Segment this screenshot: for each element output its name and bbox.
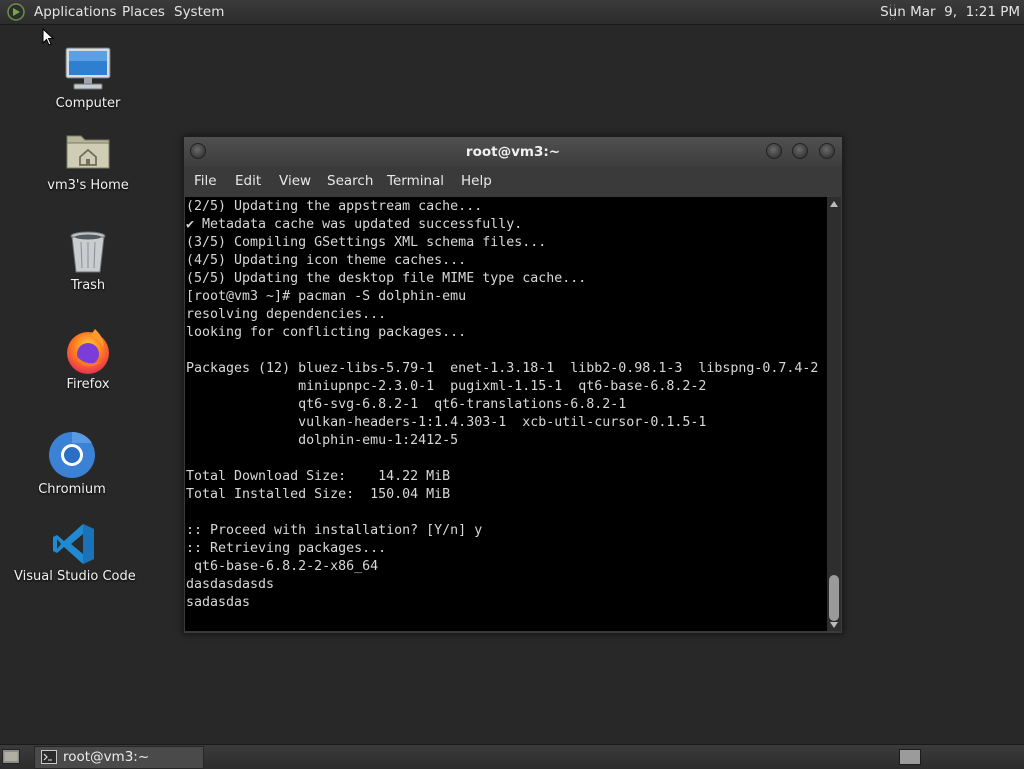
terminal-line: :: Proceed with installation? [Y/n] y [186,523,483,538]
terminal-line: (2/5) Updating the appstream cache... [186,199,483,214]
menu-places[interactable]: Places [122,0,165,24]
firefox-icon [67,329,109,374]
terminal-line: (4/5) Updating icon theme caches... [186,253,467,268]
menu-system[interactable]: System [174,0,224,24]
scroll-thumb[interactable] [829,575,839,621]
menu-help[interactable]: Help [461,167,492,196]
terminal-menubar: File Edit View Search Terminal Help [184,167,842,196]
terminal-line: looking for conflicting packages... [186,325,467,340]
menu-view[interactable]: View [279,167,311,196]
terminal-line: vulkan-headers-1:1.4.303-1 xcb-util-curs… [186,415,707,430]
desktop-icon-trash[interactable]: Trash [40,228,136,296]
desktop-icon-label: Visual Studio Code [14,569,136,584]
terminal-line: (5/5) Updating the desktop file MIME typ… [186,271,587,286]
terminal-line: Total Download Size: 14.22 MiB [186,469,451,484]
terminal-scrollbar[interactable] [827,197,841,631]
workspace-switcher[interactable] [899,749,921,765]
terminal-line: qt6-svg-6.8.2-1 qt6-translations-6.8.2-1 [186,397,627,412]
menu-edit[interactable]: Edit [235,167,261,196]
menu-terminal[interactable]: Terminal [387,167,444,196]
desktop-icon-label: Chromium [38,482,106,497]
terminal-output: (2/5) Updating the appstream cache... ✔ … [186,198,818,612]
terminal-icon [41,750,57,764]
desktop-icon-label: Computer [55,96,121,111]
home-folder-icon [66,135,110,169]
desktop-icon-firefox[interactable]: Firefox [40,325,136,395]
menu-applications[interactable]: Applications [34,0,116,24]
bottom-panel: root@vm3:~ [0,744,1024,769]
minimize-button[interactable] [766,143,782,159]
terminal-line: resolving dependencies... [186,307,387,322]
terminal-output-area[interactable]: (2/5) Updating the appstream cache... ✔ … [185,197,827,631]
taskbar-window-button[interactable]: root@vm3:~ [34,746,204,769]
terminal-line: [root@vm3 ~]# pacman -S dolphin-emu [186,289,467,304]
menu-search[interactable]: Search [327,167,373,196]
desktop-icon-computer[interactable]: Computer [40,44,136,114]
taskbar-window-label: root@vm3:~ [63,749,150,765]
terminal-line: (3/5) Compiling GSettings XML schema fil… [186,235,547,250]
maximize-button[interactable] [792,143,808,159]
close-button[interactable] [819,143,835,159]
desktop-icon-chromium[interactable]: Chromium [24,430,120,500]
terminal-line: ✔ Metadata cache was updated successfull… [186,217,523,232]
terminal-line: Packages (12) bluez-libs-5.79-1 enet-1.3… [186,361,819,376]
terminal-line: sadasdas [186,595,251,610]
desktop-icon-label: vm3's Home [47,178,129,193]
terminal-line: dasdasdasds [186,577,275,592]
terminal-line: :: Retrieving packages... [186,541,387,556]
computer-icon [65,47,111,90]
chromium-icon [49,431,95,478]
terminal-line: dolphin-emu-1:2412-5 [186,433,459,448]
clock[interactable]: Sun Mar 9, 1:21 PM [880,0,1020,24]
desktop-icon-vscode[interactable]: Visual Studio Code [14,520,136,586]
show-desktop-icon[interactable] [2,749,20,764]
mouse-cursor-icon [42,28,54,46]
terminal-window[interactable]: root@vm3:~ File Edit View Search Termina… [183,136,843,634]
desktop-icon-label: Firefox [66,377,110,392]
desktop-icon-label: Trash [70,278,106,293]
desktop-icon-home[interactable]: vm3's Home [40,128,136,196]
applications-logo-icon[interactable] [7,3,25,21]
vscode-icon [53,524,94,564]
terminal-line: miniupnpc-2.3.0-1 pugixml-1.15-1 qt6-bas… [186,379,707,394]
top-panel: Applications Places System Sun Mar 9, 1:… [0,0,1024,25]
terminal-titlebar[interactable]: root@vm3:~ [184,137,842,167]
terminal-line: Total Installed Size: 150.04 MiB [186,487,451,502]
scroll-up-arrow-icon[interactable] [830,201,838,207]
terminal-line: qt6-base-6.8.2-2-x86_64 [186,559,379,574]
trash-icon [70,231,106,273]
scroll-down-arrow-icon[interactable] [830,622,838,628]
window-title: root@vm3:~ [465,144,561,160]
menu-file[interactable]: File [194,167,217,196]
